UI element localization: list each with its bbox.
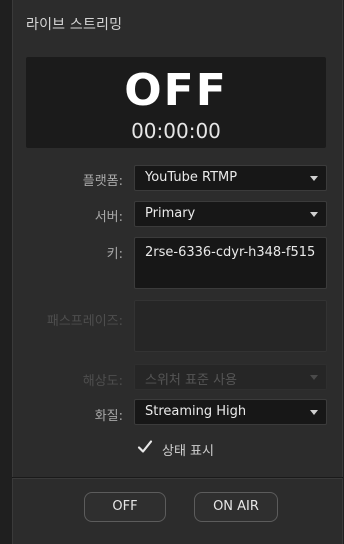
server-label: 서버: bbox=[94, 210, 123, 225]
platform-dropdown[interactable]: YouTube RTMP bbox=[134, 165, 327, 191]
divider-highlight bbox=[12, 478, 343, 479]
checkmark-icon bbox=[137, 440, 153, 453]
key-field[interactable]: 2rse-6336-cdyr-h348-f515 bbox=[134, 237, 327, 289]
stream-state-text: OFF bbox=[124, 65, 228, 116]
quality-label: 화질: bbox=[94, 409, 123, 424]
passphrase-field bbox=[134, 300, 327, 352]
on-air-button[interactable]: ON AIR bbox=[194, 492, 278, 522]
key-value: 2rse-6336-cdyr-h348-f515 bbox=[145, 245, 316, 260]
resolution-value: 스위처 표준 사용 bbox=[145, 373, 237, 388]
passphrase-label: 패스프레이즈: bbox=[46, 314, 123, 329]
quality-dropdown[interactable]: Streaming High bbox=[134, 399, 327, 425]
platform-label: 플랫폼: bbox=[82, 174, 123, 189]
chevron-down-icon bbox=[310, 375, 318, 380]
chevron-down-icon bbox=[310, 176, 318, 181]
server-value: Primary bbox=[145, 206, 196, 221]
off-button[interactable]: OFF bbox=[84, 492, 166, 522]
show-status-label: 상태 표시 bbox=[162, 444, 214, 459]
key-label: 키: bbox=[106, 247, 123, 262]
chevron-down-icon bbox=[310, 410, 318, 415]
chevron-down-icon bbox=[310, 212, 318, 217]
stream-status-display: OFF 00:00:00 bbox=[26, 57, 326, 148]
platform-value: YouTube RTMP bbox=[145, 170, 238, 185]
panel-title: 라이브 스트리밍 bbox=[26, 17, 123, 33]
stream-timecode: 00:00:00 bbox=[131, 119, 221, 143]
quality-value: Streaming High bbox=[145, 404, 247, 419]
resolution-label: 해상도: bbox=[82, 374, 123, 389]
resolution-dropdown: 스위처 표준 사용 bbox=[134, 364, 327, 390]
server-dropdown[interactable]: Primary bbox=[134, 201, 327, 227]
